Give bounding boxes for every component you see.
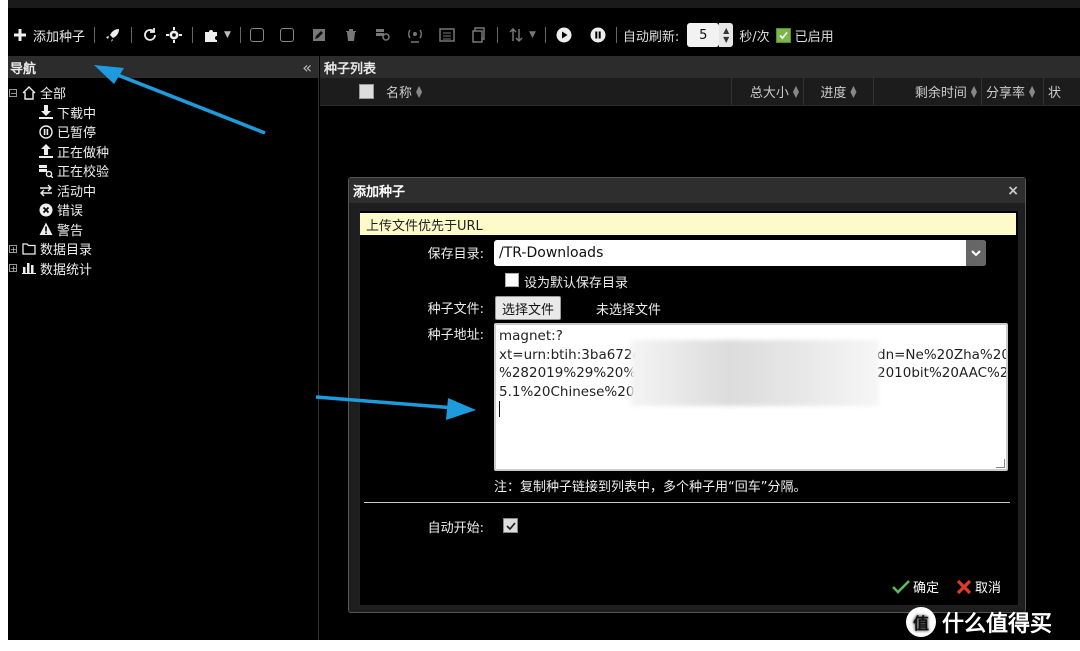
annotation-arrows bbox=[94, 65, 476, 420]
arrow-to-url-field bbox=[315, 395, 476, 420]
arrow-to-nav bbox=[94, 65, 266, 135]
watermark-text: 什么值得买 bbox=[942, 612, 1053, 637]
watermark: 值 什么值得买 bbox=[906, 606, 1052, 638]
watermark-logo: 值 bbox=[906, 607, 936, 637]
